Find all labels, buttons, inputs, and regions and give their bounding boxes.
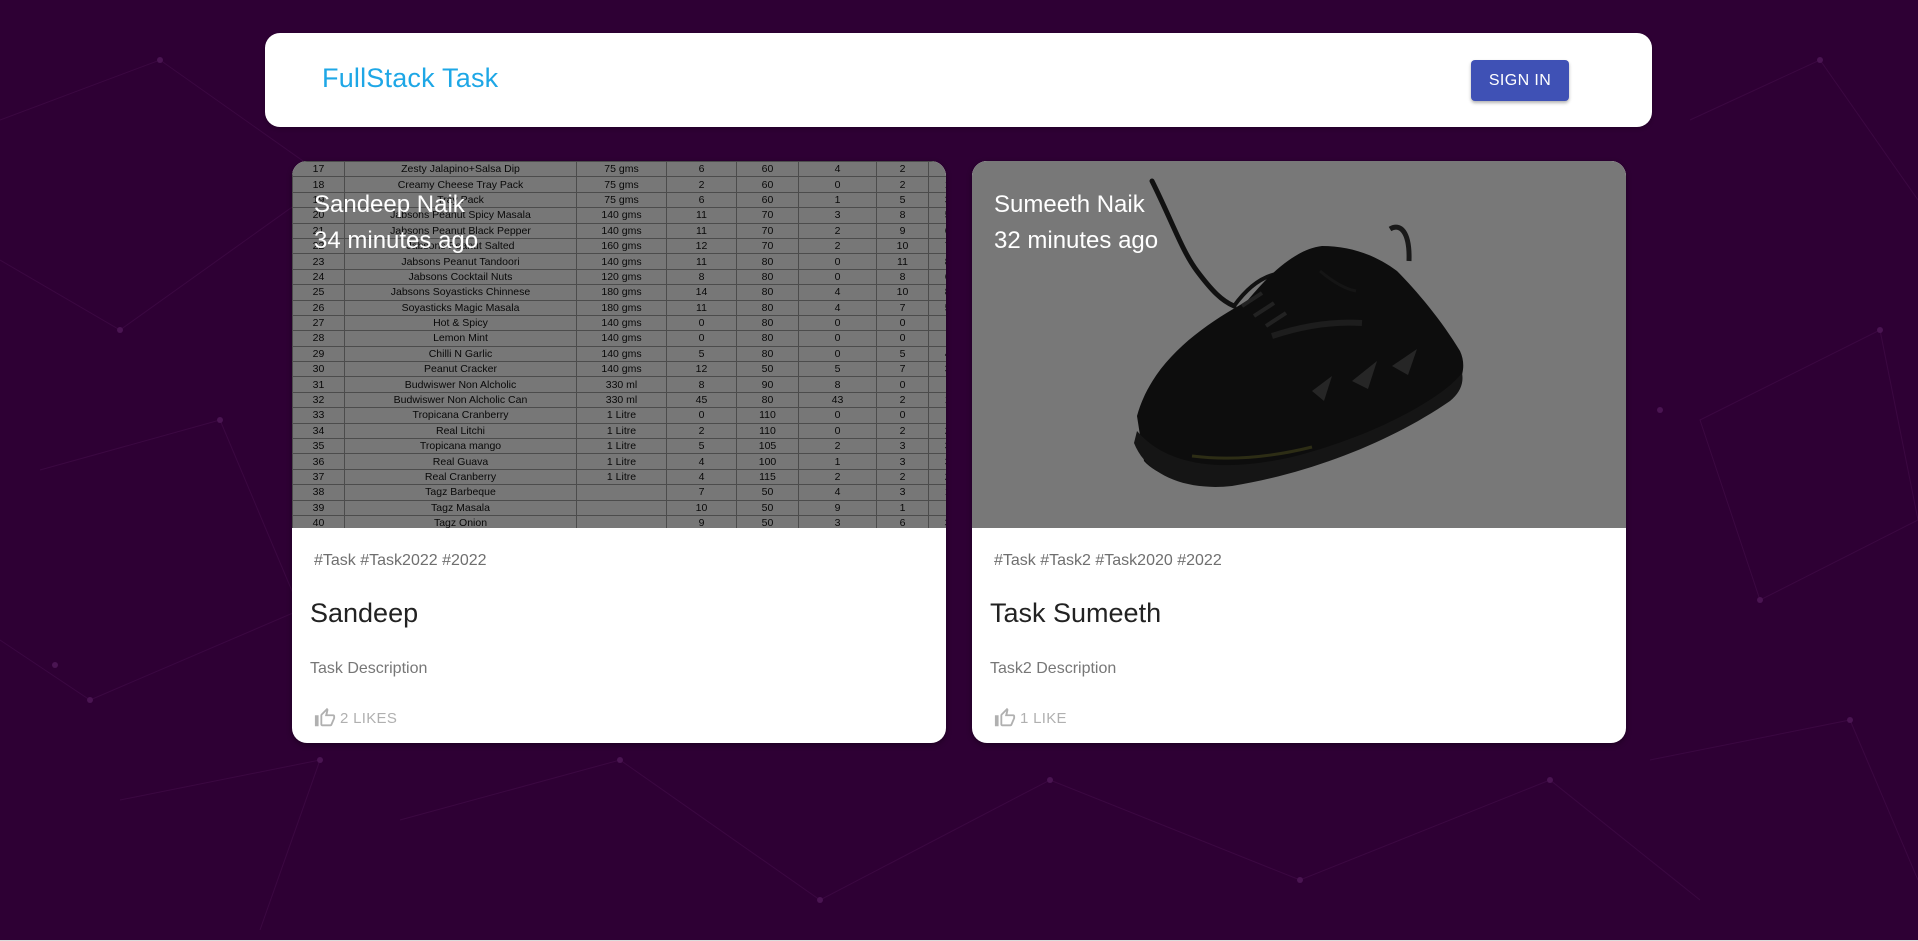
page-background bbox=[0, 0, 1918, 941]
post-author: Sandeep Naik bbox=[314, 191, 465, 218]
like-count: 1 LIKE bbox=[1020, 709, 1067, 727]
post-time: 34 minutes ago bbox=[314, 227, 479, 254]
like-button[interactable]: 2 LIKES bbox=[314, 705, 397, 731]
post-time: 32 minutes ago bbox=[994, 227, 1159, 254]
post-image: 17Zesty Jalapino+Salsa Dip75 gms66042120… bbox=[292, 161, 946, 528]
brand-title[interactable]: FullStack Task bbox=[322, 63, 498, 94]
post-title: Task Sumeeth bbox=[990, 598, 1162, 628]
thumb-up-outline-icon bbox=[314, 707, 336, 727]
post-card: 17Zesty Jalapino+Salsa Dip75 gms66042120… bbox=[292, 161, 946, 743]
like-count: 2 LIKES bbox=[340, 709, 398, 727]
post-author: Sumeeth Naik bbox=[994, 191, 1145, 218]
network-pattern bbox=[0, 57, 1918, 931]
post-card: Sumeeth Naik 32 minutes ago #Task #Task2… bbox=[972, 161, 1626, 743]
post-image: Sumeeth Naik 32 minutes ago bbox=[972, 161, 1626, 528]
post-tags: #Task #Task2022 #2022 bbox=[314, 552, 487, 569]
sign-in-button[interactable]: SIGN IN bbox=[1471, 60, 1569, 101]
post-description: Task Description bbox=[310, 660, 428, 677]
post-description: Task2 Description bbox=[990, 660, 1117, 677]
app-bar: FullStack Task SIGN IN bbox=[265, 33, 1652, 127]
thumb-up-outline-icon bbox=[994, 707, 1016, 727]
like-button[interactable]: 1 LIKE bbox=[994, 705, 1067, 731]
post-title: Sandeep bbox=[310, 598, 419, 628]
post-tags: #Task #Task2 #Task2020 #2022 bbox=[994, 552, 1222, 569]
